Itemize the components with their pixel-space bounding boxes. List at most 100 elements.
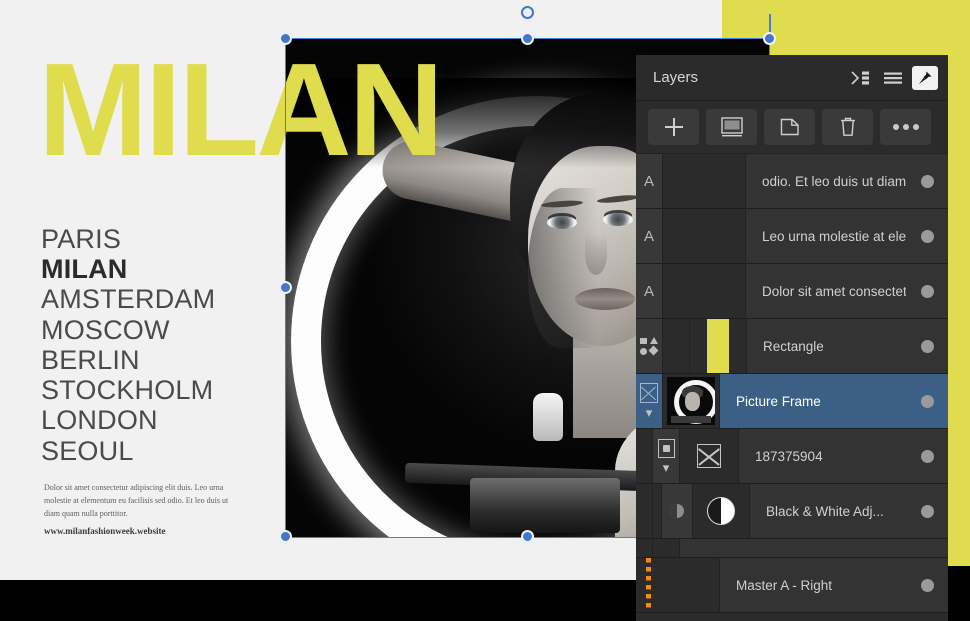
- ellipsis-icon: [892, 124, 919, 130]
- layer-indent: [663, 209, 746, 263]
- table-row-selected[interactable]: ▾ Picture Frame: [636, 374, 948, 429]
- table-row[interactable]: A Dolor sit amet consectetu: [636, 264, 948, 319]
- city-item-amsterdam: AMSTERDAM: [41, 284, 216, 315]
- picture-frame-icon: ▾: [636, 374, 663, 428]
- table-row[interactable]: A odio. Et leo duis ut diam: [636, 154, 948, 209]
- layer-indent: [636, 429, 653, 483]
- frame-glyph-icon: [640, 383, 658, 403]
- table-row[interactable]: Black & White Adj...: [636, 484, 948, 539]
- opacity-dot-icon: [920, 229, 934, 243]
- layer-name: Leo urna molestie at elem: [746, 209, 906, 263]
- layer-name: Picture Frame: [720, 374, 906, 428]
- adjustment-glyph-icon: [670, 504, 684, 518]
- mask-icon: [720, 117, 743, 137]
- layers-panel: Layers A odio. Et leo duis ut diam A Leo…: [636, 55, 948, 621]
- opacity-dot-icon: [920, 578, 934, 592]
- opacity-dot-icon: [920, 174, 934, 188]
- layer-group-spacer: [636, 539, 948, 558]
- layer-indent: [651, 558, 720, 612]
- layer-spacer-fill: [680, 539, 948, 557]
- chevron-down-icon[interactable]: ▾: [663, 461, 670, 474]
- add-mask-button[interactable]: [706, 109, 757, 145]
- app-screenshot: MILAN PARIS MILAN AMSTERDAM MOSCOW BERLI…: [0, 0, 970, 621]
- layer-indent: [653, 539, 680, 557]
- resize-handle-top-right[interactable]: [763, 32, 776, 45]
- layer-thumbnail: [663, 374, 720, 428]
- model-lips: [575, 288, 635, 310]
- text-layer-icon: A: [636, 154, 663, 208]
- resize-handle-bottom-left[interactable]: [279, 530, 292, 543]
- layer-indent: [663, 319, 690, 373]
- city-item-paris: PARIS: [41, 224, 122, 254]
- delete-layer-button[interactable]: [822, 109, 873, 145]
- plus-icon: [664, 118, 683, 136]
- resize-handle-top-center[interactable]: [521, 32, 534, 45]
- layer-visibility-toggle[interactable]: [906, 209, 948, 263]
- layer-indent: [663, 154, 746, 208]
- layer-visibility-toggle[interactable]: [906, 484, 948, 538]
- duplicate-layer-button[interactable]: [764, 109, 815, 145]
- layer-visibility-toggle[interactable]: [906, 558, 948, 612]
- more-options-button[interactable]: [880, 109, 931, 145]
- rectangle-thumbnail: [707, 319, 729, 373]
- layer-thumbnail: [693, 484, 750, 538]
- layer-visibility-toggle[interactable]: [906, 429, 948, 483]
- image-glyph-icon: [657, 438, 675, 458]
- text-layer-icon: A: [636, 209, 663, 263]
- layer-indent: [653, 484, 662, 538]
- chevron-down-icon[interactable]: ▾: [646, 406, 653, 419]
- layer-visibility-toggle[interactable]: [906, 154, 948, 208]
- opacity-dot-icon: [920, 449, 934, 463]
- poster-url: www.milanfashionweek.website: [44, 526, 166, 536]
- picture-frame-thumbnail: [667, 377, 715, 425]
- panel-title: Layers: [653, 69, 699, 86]
- collapse-panel-icon[interactable]: [846, 65, 876, 91]
- layer-indent: [636, 539, 653, 557]
- city-item-moscow: MOSCOW: [41, 314, 170, 345]
- model-eye-right: [603, 213, 633, 226]
- opacity-dot-icon: [920, 284, 934, 298]
- layers-panel-header: Layers: [636, 55, 948, 101]
- poster-bottom-band: [0, 580, 722, 621]
- layer-visibility-toggle[interactable]: [906, 374, 948, 428]
- pin-panel-icon: [912, 65, 938, 90]
- text-layer-icon: A: [636, 264, 663, 318]
- layer-indent: [663, 264, 746, 318]
- city-item-stockholm: STOCKHOLM: [41, 375, 214, 406]
- layer-thumbnail: [680, 429, 739, 483]
- layer-visibility-toggle[interactable]: [906, 264, 948, 318]
- table-row[interactable]: ▾ 187375904: [636, 429, 948, 484]
- opacity-dot-icon: [920, 504, 934, 518]
- model-nose: [585, 233, 607, 275]
- resize-handle-bottom-center[interactable]: [521, 530, 534, 543]
- missing-image-thumbnail: [697, 444, 721, 468]
- rotate-handle[interactable]: [521, 6, 534, 19]
- model-eye-left: [547, 216, 577, 229]
- resize-handle-top-left[interactable]: [279, 32, 292, 45]
- table-row[interactable]: Master A - Right: [636, 558, 948, 613]
- duplicate-icon: [780, 118, 799, 136]
- city-item-berlin: BERLIN: [41, 344, 140, 375]
- city-list: PARIS MILAN AMSTERDAM MOSCOW BERLIN STOC…: [41, 224, 215, 466]
- city-item-london: LONDON: [41, 405, 158, 436]
- ring-light-bulb: [533, 393, 563, 441]
- layer-name: Master A - Right: [720, 558, 906, 612]
- layer-visibility-toggle[interactable]: [906, 319, 948, 373]
- shape-layer-icon: [636, 319, 663, 373]
- add-layer-button[interactable]: [648, 109, 699, 145]
- table-row[interactable]: A Leo urna molestie at elem: [636, 209, 948, 264]
- city-item-milan: MILAN: [41, 254, 128, 285]
- resize-handle-middle-left[interactable]: [279, 281, 292, 294]
- shapes-glyph-icon: [640, 337, 659, 356]
- poster-title: MILAN: [38, 36, 444, 183]
- opacity-dot-icon: [920, 339, 934, 353]
- layer-name: odio. Et leo duis ut diam: [746, 154, 906, 208]
- opacity-dot-icon: [920, 394, 934, 408]
- image-layer-icon: ▾: [653, 429, 680, 483]
- table-row[interactable]: Rectangle: [636, 319, 948, 374]
- pin-panel-button[interactable]: [910, 65, 940, 91]
- panel-menu-icon[interactable]: [878, 65, 908, 91]
- city-item-seoul: SEOUL: [41, 435, 134, 466]
- trash-icon: [840, 117, 855, 136]
- layer-list: A odio. Et leo duis ut diam A Leo urna m…: [636, 154, 948, 613]
